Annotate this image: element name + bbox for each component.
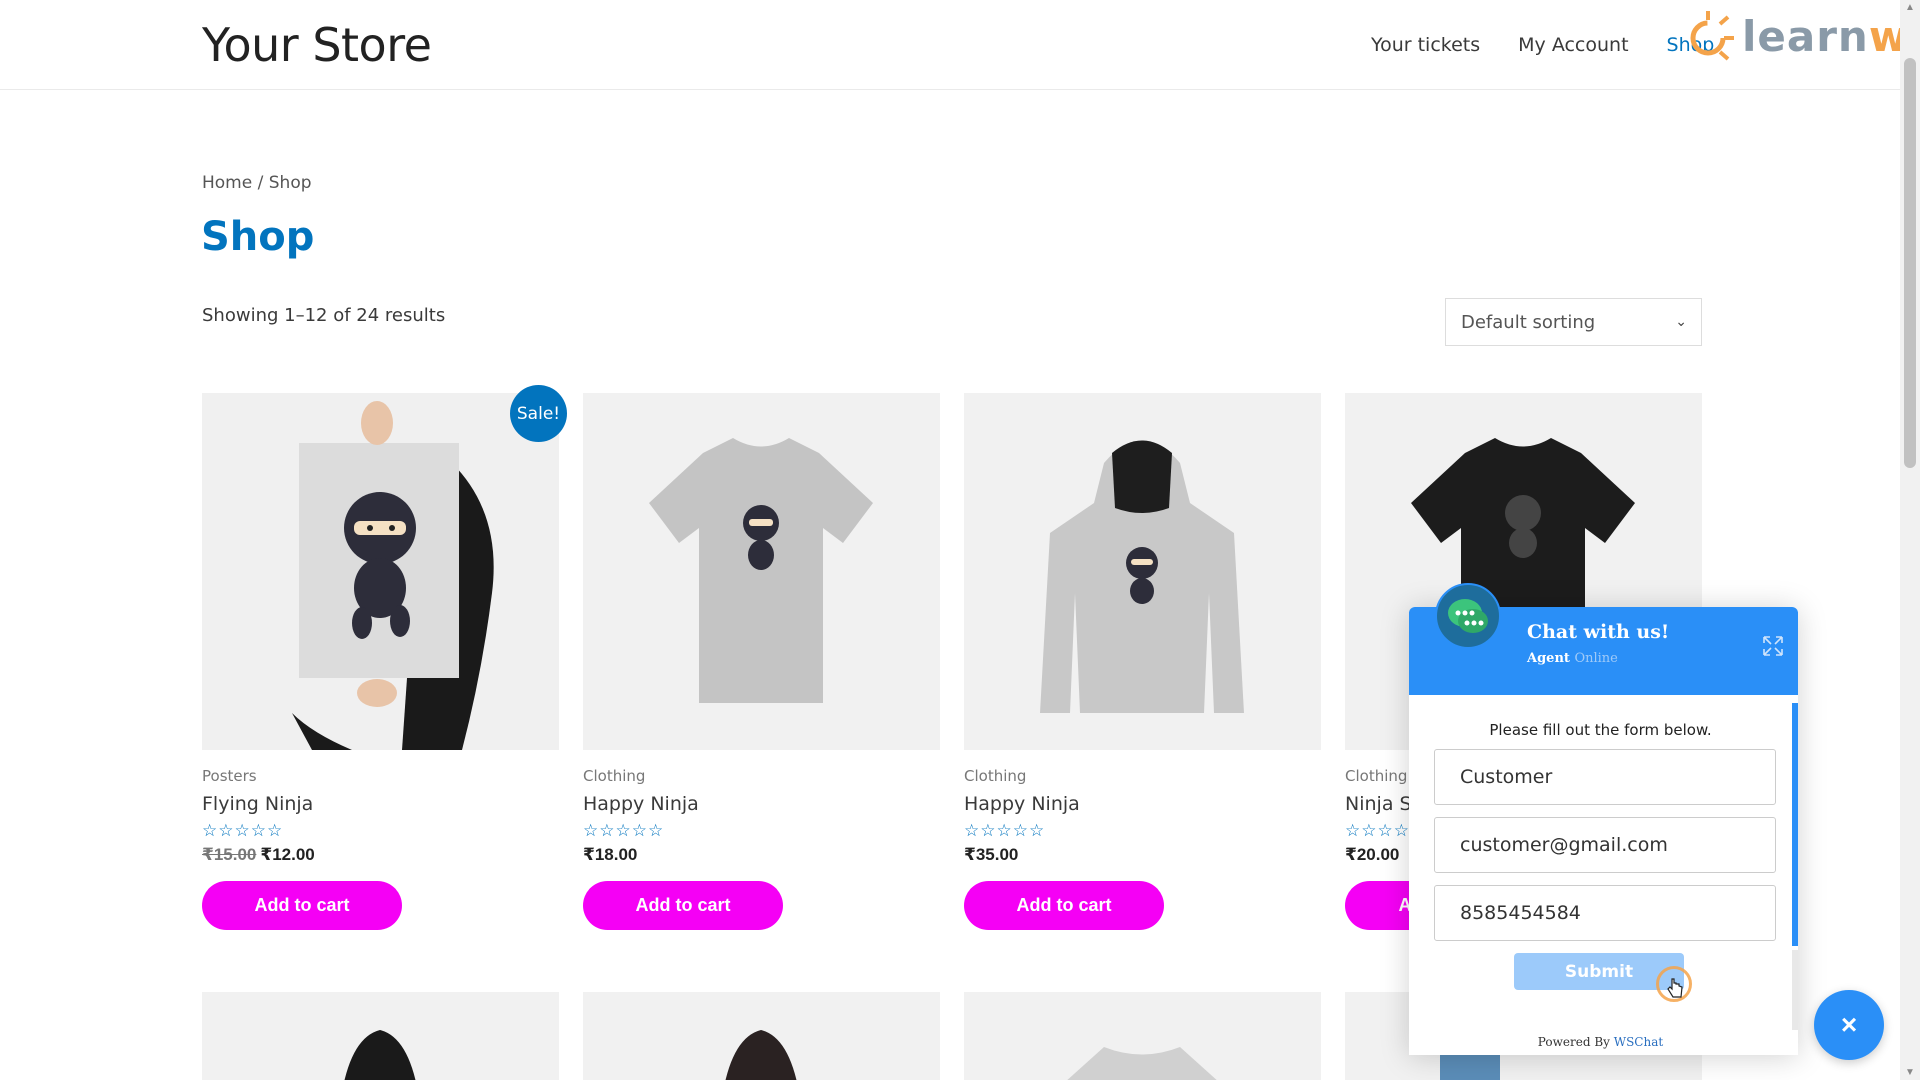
tshirt-image <box>1067 1047 1217 1080</box>
chat-scroll-thumb[interactable] <box>1792 703 1798 946</box>
product-category[interactable]: Clothing <box>964 767 1321 785</box>
wschat-link[interactable]: WSChat <box>1614 1035 1663 1049</box>
powered-by: Powered By WSChat <box>1409 1035 1792 1049</box>
product-image[interactable] <box>964 393 1321 750</box>
hand-cursor-icon <box>1667 978 1683 998</box>
sale-price: ₹12.00 <box>260 845 315 864</box>
expand-icon[interactable] <box>1762 635 1784 657</box>
chat-intro-text: Please fill out the form below. <box>1489 721 1712 739</box>
old-price: ₹15.00 <box>202 845 257 864</box>
tshirt-grey-image <box>583 393 940 750</box>
star-rating-icon: ☆☆☆☆☆ <box>583 821 665 840</box>
page-scrollbar[interactable]: ▲ ▼ <box>1900 0 1920 1080</box>
chat-close-button[interactable]: × <box>1814 990 1884 1060</box>
watermark-text: learnwoo <box>1742 11 1920 61</box>
poster-ninja-image <box>202 393 559 750</box>
sorting-select[interactable]: Default sorting ⌄ <box>1445 298 1702 346</box>
hoodie-image <box>725 1030 797 1080</box>
chat-agent-status: Agent Online <box>1527 651 1618 666</box>
page-title: Shop <box>201 214 315 260</box>
product-price: ₹15.00 ₹12.00 <box>202 845 559 865</box>
chevron-down-icon: ⌄ <box>1675 314 1687 330</box>
product-category[interactable]: Posters <box>202 767 559 785</box>
product-price: ₹35.00 <box>964 845 1019 864</box>
product-title[interactable]: Happy Ninja <box>583 793 940 815</box>
powered-prefix: Powered By <box>1537 1035 1614 1049</box>
product-category[interactable]: Clothing <box>583 767 940 785</box>
product-card: Sale! Posters Flying Ninja ☆☆☆☆☆ ₹15.00 ₹… <box>202 385 567 930</box>
product-image[interactable] <box>964 992 1321 1080</box>
main-nav: Your tickets My Account Shop <box>1371 34 1714 56</box>
product-price: ₹18.00 <box>583 845 638 864</box>
add-to-cart-button[interactable]: Add to cart <box>202 881 402 930</box>
online-status: Online <box>1574 651 1618 666</box>
add-to-cart-button[interactable]: Add to cart <box>964 881 1164 930</box>
breadcrumb: Home / Shop <box>202 173 312 193</box>
agent-label: Agent <box>1527 651 1570 666</box>
product-image[interactable] <box>583 992 940 1080</box>
star-rating-icon: ☆☆☆☆☆ <box>202 821 284 840</box>
product-card: Clothing Happy Ninja ☆☆☆☆☆ ₹18.00 Add to… <box>583 393 940 930</box>
chat-title: Chat with us! <box>1527 621 1670 643</box>
scroll-up-arrow-icon[interactable]: ▲ <box>1905 2 1915 13</box>
product-image[interactable] <box>202 393 559 750</box>
site-header: Your Store Your tickets My Account Shop … <box>0 0 1920 90</box>
product-image[interactable] <box>583 393 940 750</box>
product-card: Clothing Happy Ninja ☆☆☆☆☆ ₹35.00 Add to… <box>964 393 1321 930</box>
scroll-down-arrow-icon[interactable]: ▼ <box>1905 1067 1915 1078</box>
sun-logo-icon <box>1690 11 1734 61</box>
chat-scroll-track[interactable] <box>1792 950 1798 1030</box>
product-title[interactable]: Happy Ninja <box>964 793 1321 815</box>
breadcrumb-current: Shop <box>268 173 312 193</box>
star-rating-icon: ☆☆☆☆☆ <box>964 821 1046 840</box>
sorting-selected-value: Default sorting <box>1461 311 1596 333</box>
site-title[interactable]: Your Store <box>202 18 432 72</box>
product-image[interactable] <box>202 992 559 1080</box>
product-title[interactable]: Flying Ninja <box>202 793 559 815</box>
nav-my-account[interactable]: My Account <box>1518 34 1628 56</box>
hoodie-image <box>344 1030 416 1080</box>
chat-widget: Chat with us! Agent Online Please fill o… <box>1409 583 1798 1055</box>
nav-your-tickets[interactable]: Your tickets <box>1371 34 1480 56</box>
breadcrumb-separator: / <box>252 173 269 193</box>
chat-bubble-icon <box>1435 583 1501 649</box>
chat-email-input[interactable]: customer@gmail.com <box>1434 817 1776 873</box>
learnwoo-watermark: learnwoo <box>1684 10 1920 62</box>
chat-form: Please fill out the form below. Customer… <box>1409 695 1798 1055</box>
chat-phone-input[interactable]: 8585454584 <box>1434 885 1776 941</box>
hoodie-grey-image <box>964 393 1321 750</box>
scroll-thumb[interactable] <box>1904 58 1916 468</box>
add-to-cart-button[interactable]: Add to cart <box>583 881 783 930</box>
result-count: Showing 1–12 of 24 results <box>202 305 446 326</box>
chat-header: Chat with us! Agent Online <box>1409 583 1798 695</box>
sale-badge: Sale! <box>510 385 567 442</box>
breadcrumb-home[interactable]: Home <box>202 173 252 193</box>
chat-name-input[interactable]: Customer <box>1434 749 1776 805</box>
